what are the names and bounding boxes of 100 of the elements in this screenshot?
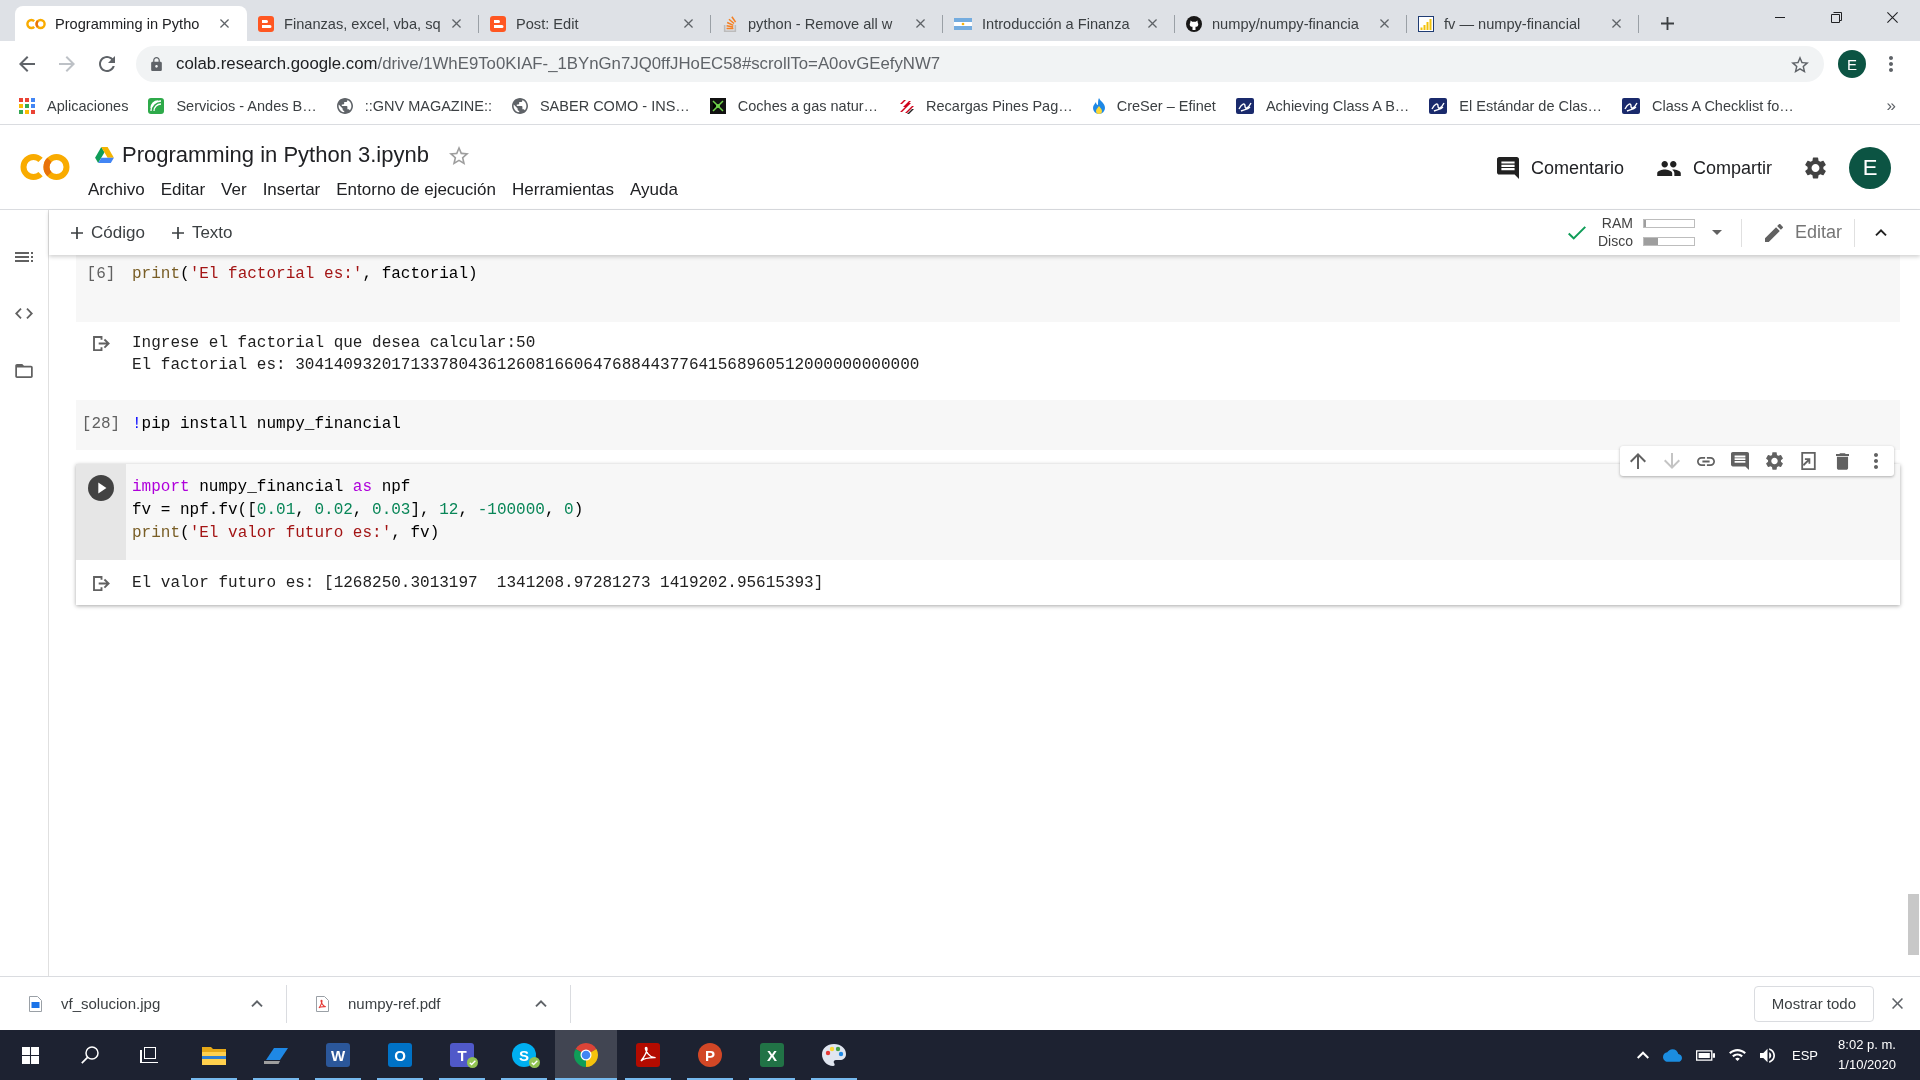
plus-icon: [71, 226, 83, 239]
browser-tab[interactable]: fv — numpy-financial: [1407, 6, 1639, 41]
folder-icon[interactable]: [15, 363, 33, 378]
edit-button[interactable]: Editar: [1754, 222, 1850, 243]
restore-icon[interactable]: [1830, 11, 1842, 23]
bookmark-item[interactable]: Aplicaciones: [19, 97, 129, 114]
minimize-icon[interactable]: [1775, 16, 1785, 18]
globe-icon: [511, 97, 528, 114]
meter-label: RAM: [1600, 216, 1633, 231]
chevron-up-icon[interactable]: [251, 1000, 263, 1007]
bookmark-item[interactable]: Servicios - Andes B…: [148, 97, 317, 114]
code-editor[interactable]: import numpy_financial as npf fv = npf.fv([0.01, 0.02, 0.03], 12, -100000, 0) print('El valor futuro es:', fv): [76, 464, 1900, 560]
menu-item[interactable]: Ver: [213, 180, 255, 200]
chevron-up-icon[interactable]: [1637, 1051, 1649, 1059]
back-icon[interactable]: [19, 56, 35, 72]
comment-button[interactable]: Comentario: [1496, 157, 1624, 179]
link-icon[interactable]: [1697, 456, 1715, 466]
bookmark-item[interactable]: Achieving Class A B…: [1235, 97, 1410, 114]
taskbar-button[interactable]: T: [431, 1030, 493, 1080]
more-icon[interactable]: [1874, 453, 1878, 469]
letter-tile-icon: O: [388, 1043, 412, 1067]
cloud-icon[interactable]: [1663, 1048, 1682, 1062]
address-bar[interactable]: colab.research.google.com/drive/1WhE9To0KIAF-_1BYnGn7JQ0ffJHoEC58#scrollTo=A0ovGEefyNW7: [136, 46, 1824, 82]
code-editor[interactable]: [28] !pip install numpy_financial: [76, 400, 1900, 450]
list-icon[interactable]: [15, 251, 33, 262]
bookmark-item[interactable]: Recargas Pines Pag…: [898, 97, 1073, 114]
bookmark-item[interactable]: Class A Checklist fo…: [1622, 97, 1794, 114]
profile-avatar[interactable]: E: [1849, 147, 1891, 189]
download-item[interactable]: numpy-ref.pdf: [287, 984, 571, 1023]
bookmarks-overflow[interactable]: »: [1886, 95, 1896, 116]
star-icon[interactable]: [448, 145, 469, 165]
close-icon[interactable]: [1892, 998, 1903, 1009]
clock-time[interactable]: 8:02 p. m.: [1838, 1035, 1896, 1055]
browser-tab[interactable]: Post: Edit: [479, 6, 711, 41]
bookmark-item[interactable]: CreSer – Efinet: [1092, 97, 1216, 114]
settings-icon[interactable]: [1805, 157, 1826, 179]
plus-icon[interactable]: [1661, 17, 1674, 30]
menu-item[interactable]: Editar: [152, 180, 214, 200]
bookmark-item[interactable]: ::GNV MAGAZINE::: [336, 97, 492, 114]
bookmark-item[interactable]: Coches a gas natur…: [709, 97, 879, 114]
menu-item[interactable]: Entorno de ejecución: [328, 180, 504, 200]
bookmark-item[interactable]: El Estándar de Clas…: [1429, 97, 1602, 114]
execution-count: [6]: [86, 264, 116, 285]
show-all-button[interactable]: Mostrar todo: [1753, 985, 1874, 1022]
language-indicator[interactable]: ESP: [1792, 1047, 1818, 1063]
exit-arrow-icon[interactable]: [92, 336, 110, 351]
close-icon[interactable]: [220, 19, 229, 28]
add-text-button[interactable]: Texto: [163, 215, 241, 250]
speaker-icon[interactable]: [1760, 1047, 1775, 1063]
taskbar-button[interactable]: [555, 1030, 617, 1080]
more-icon[interactable]: [1889, 56, 1893, 72]
taskbar-button[interactable]: X: [741, 1030, 803, 1080]
scrollbar-thumb[interactable]: [1908, 894, 1919, 955]
profile-avatar[interactable]: E: [1838, 50, 1866, 78]
browser-tab[interactable]: Finanzas, excel, vba, sq: [247, 6, 479, 41]
apps-grid-icon: [19, 97, 35, 114]
browser-tab[interactable]: numpy/numpy-financia: [1175, 6, 1407, 41]
browser-tab[interactable]: Programming in Pytho: [15, 6, 247, 41]
caret-icon[interactable]: [1711, 230, 1722, 235]
output-text: Ingrese el factorial que desea calcular:50: [132, 333, 537, 354]
frame-arrow-icon[interactable]: [1800, 452, 1816, 470]
clock-date[interactable]: 1/10/2020: [1838, 1055, 1896, 1075]
download-item[interactable]: vf_solucion.jpg: [0, 984, 287, 1023]
comment-icon[interactable]: [1731, 452, 1749, 470]
share-button[interactable]: Compartir: [1657, 157, 1772, 179]
bookmark-item[interactable]: SABER COMO - INS…: [511, 97, 690, 114]
circle-logo-icon: [574, 1043, 598, 1067]
trash-icon[interactable]: [1835, 452, 1849, 470]
arrow-up-icon[interactable]: [1630, 453, 1646, 469]
squares-logo-icon[interactable]: [21, 1046, 39, 1064]
chevron-up-icon[interactable]: [1875, 229, 1887, 236]
battery-icon[interactable]: [1696, 1049, 1715, 1061]
taskbar-button[interactable]: P: [679, 1030, 741, 1080]
rings-logo[interactable]: [20, 152, 70, 182]
wifi-icon[interactable]: [1729, 1049, 1746, 1061]
code-line: fv = npf.fv([0.01, 0.02, 0.03], 12, -100000, 0): [132, 500, 584, 521]
taskbar-button[interactable]: O: [369, 1030, 431, 1080]
browser-tab[interactable]: python - Remove all w: [711, 6, 943, 41]
document-icon: [316, 995, 329, 1012]
taskbar-button[interactable]: W: [307, 1030, 369, 1080]
chevron-up-icon[interactable]: [535, 1000, 547, 1007]
task-view-icon[interactable]: [140, 1047, 160, 1063]
settings-icon[interactable]: [1765, 452, 1783, 470]
play-circle-icon[interactable]: [88, 475, 114, 501]
reload-icon[interactable]: [99, 56, 115, 72]
code-icon[interactable]: [15, 308, 33, 319]
menu-item[interactable]: Archivo: [80, 180, 153, 200]
menu-item[interactable]: Insertar: [254, 180, 329, 200]
star-icon[interactable]: [1791, 55, 1809, 73]
search-icon[interactable]: [81, 1046, 99, 1064]
notebook-title[interactable]: Programming in Python 3.ipynb: [122, 142, 429, 168]
menu-item[interactable]: Herramientas: [504, 180, 623, 200]
tile-logo-icon: [490, 15, 506, 32]
swirl-tile-icon: [636, 1043, 660, 1067]
add-code-button[interactable]: Código: [63, 215, 153, 250]
close-icon[interactable]: [1886, 11, 1898, 23]
code-editor[interactable]: [6] print('El factorial es:', factorial): [76, 255, 1900, 322]
exit-arrow-icon[interactable]: [92, 576, 110, 591]
browser-tab[interactable]: Introducción a Finanza: [943, 6, 1175, 41]
menu-item[interactable]: Ayuda: [622, 180, 686, 200]
